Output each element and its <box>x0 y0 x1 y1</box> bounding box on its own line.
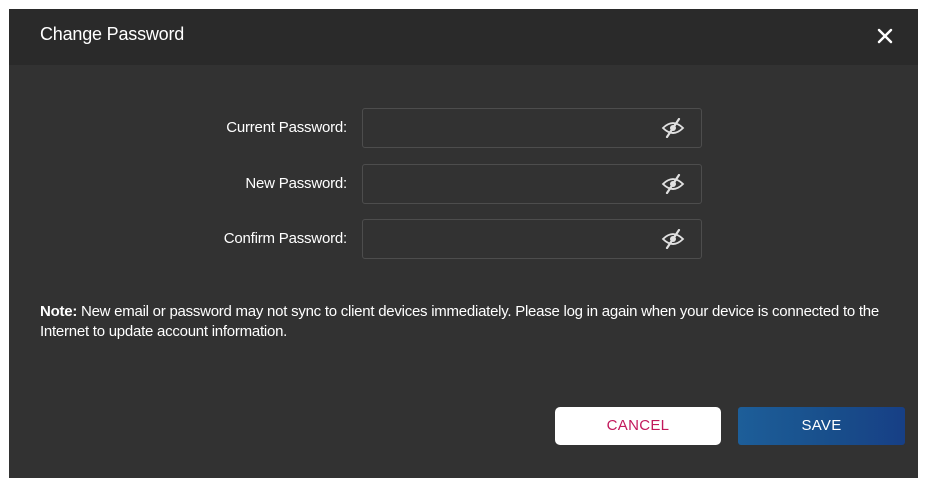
eye-slash-icon <box>661 118 685 138</box>
new-password-row: New Password: <box>9 164 918 204</box>
sync-note: Note: New email or password may not sync… <box>40 302 910 342</box>
cancel-button[interactable]: CANCEL <box>555 407 721 445</box>
save-button[interactable]: SAVE <box>738 407 905 445</box>
new-password-visibility-toggle[interactable] <box>661 174 685 194</box>
new-password-field[interactable] <box>362 164 702 204</box>
close-button[interactable] <box>868 19 902 53</box>
eye-slash-icon <box>661 229 685 249</box>
new-password-label: New Password: <box>245 175 347 192</box>
current-password-row: Current Password: <box>9 108 918 148</box>
current-password-field[interactable] <box>362 108 702 148</box>
close-icon <box>877 28 893 44</box>
confirm-password-visibility-toggle[interactable] <box>661 229 685 249</box>
confirm-password-label: Confirm Password: <box>223 230 348 247</box>
confirm-password-input[interactable] <box>363 220 653 258</box>
change-password-dialog: Change Password Current Password: New Pa… <box>9 9 918 478</box>
dialog-title: Change Password <box>40 24 185 44</box>
note-text: New email or password may not sync to cl… <box>40 303 879 340</box>
current-password-label: Current Password: <box>226 119 347 136</box>
confirm-password-row: Confirm Password: <box>9 219 918 259</box>
dialog-header: Change Password <box>9 9 918 65</box>
eye-slash-icon <box>661 174 685 194</box>
new-password-input[interactable] <box>363 165 653 203</box>
confirm-password-field[interactable] <box>362 219 702 259</box>
current-password-visibility-toggle[interactable] <box>661 118 685 138</box>
note-prefix: Note: <box>40 303 78 320</box>
current-password-input[interactable] <box>363 109 653 147</box>
